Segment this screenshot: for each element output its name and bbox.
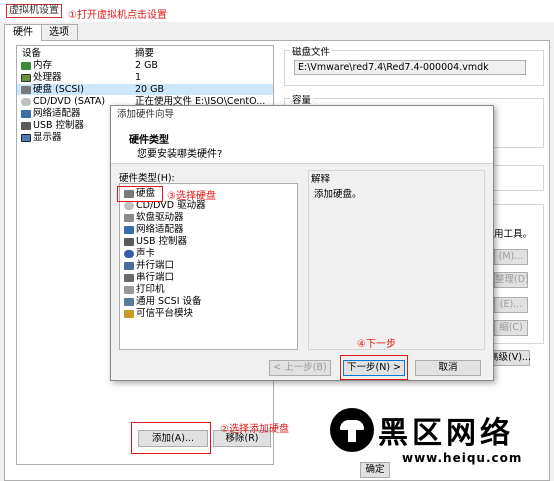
tpm-icon bbox=[124, 309, 134, 318]
next-button[interactable]: 下一步(N) > bbox=[343, 360, 405, 376]
serial-port-icon bbox=[124, 273, 134, 282]
display-icon bbox=[21, 133, 31, 142]
device-name: 硬盘 (SCSI) bbox=[33, 84, 84, 95]
scsi-icon bbox=[124, 297, 134, 306]
expand-button[interactable]: (E)... bbox=[494, 297, 528, 313]
hardware-type-label: 硬件类型(H): bbox=[119, 173, 175, 184]
back-button[interactable]: < 上一步(B) bbox=[269, 360, 331, 376]
compact-button[interactable]: 缩(C) bbox=[494, 320, 528, 336]
advanced-button[interactable]: 高级(V)... bbox=[488, 350, 531, 366]
window-title: 虚拟机设置 bbox=[6, 4, 62, 18]
hardware-item-label: USB 控制器 bbox=[136, 236, 188, 247]
device-summary: 2 GB bbox=[135, 60, 158, 71]
hardware-item-tpm[interactable]: 可信平台模块 bbox=[120, 308, 193, 319]
column-header-device: 设备 bbox=[22, 48, 42, 59]
cd-dvd-icon bbox=[21, 97, 31, 106]
hardware-item-label: 声卡 bbox=[136, 248, 156, 259]
add-hardware-wizard: 添加硬件向导 硬件类型 您要安装哪类硬件? 硬件类型(H): 硬盘 CD/DVD… bbox=[110, 105, 494, 381]
hardware-item-printer[interactable]: 打印机 bbox=[120, 284, 165, 295]
map-button[interactable]: (M)... bbox=[494, 249, 528, 265]
ok-button[interactable]: 确定 bbox=[360, 462, 390, 478]
add-button[interactable]: 添加(A)... bbox=[138, 430, 208, 447]
device-summary: 20 GB bbox=[135, 84, 164, 95]
hardware-item-label: 打印机 bbox=[136, 284, 165, 295]
column-header-summary: 摘要 bbox=[135, 48, 155, 59]
hardware-item-label: 通用 SCSI 设备 bbox=[136, 296, 202, 307]
hard-disk-highlight bbox=[117, 186, 163, 202]
hard-disk-icon bbox=[21, 85, 31, 94]
watermark-url: www.heiqu.com bbox=[402, 451, 523, 465]
floppy-icon bbox=[124, 213, 134, 222]
hardware-item-sound[interactable]: 声卡 bbox=[120, 248, 155, 259]
device-name: 处理器 bbox=[33, 72, 62, 83]
disk-file-field[interactable]: E:\Vmware\red7.4\Red7.4-000004.vmdk bbox=[294, 60, 526, 75]
cpu-icon bbox=[21, 73, 31, 82]
hardware-item-usb[interactable]: USB 控制器 bbox=[120, 236, 187, 247]
hardware-item-serial[interactable]: 串行端口 bbox=[120, 272, 174, 283]
device-name: USB 控制器 bbox=[33, 120, 85, 131]
hardware-item-floppy[interactable]: 软盘驱动器 bbox=[120, 212, 184, 223]
hardware-item-label: 并行端口 bbox=[136, 260, 175, 271]
annotation-step4: ④下一步 bbox=[357, 339, 396, 350]
printer-icon bbox=[124, 285, 134, 294]
explanation-text: 添加硬盘。 bbox=[314, 189, 362, 200]
disk-file-label: 磁盘文件 bbox=[290, 44, 333, 58]
wizard-heading: 硬件类型 bbox=[129, 135, 169, 146]
tab-hardware[interactable]: 硬件 bbox=[4, 24, 42, 41]
hardware-item-scsi[interactable]: 通用 SCSI 设备 bbox=[120, 296, 202, 307]
cancel-button[interactable]: 取消 bbox=[415, 360, 481, 376]
tab-options[interactable]: 选项 bbox=[40, 24, 78, 40]
hardware-item-label: 可信平台模块 bbox=[136, 308, 194, 319]
device-name: 内存 bbox=[33, 60, 53, 71]
network-adapter-icon bbox=[124, 225, 134, 234]
annotation-step3: ③选择硬盘 bbox=[167, 191, 216, 202]
hardware-item-label: 串行端口 bbox=[136, 272, 175, 283]
hardware-item-network[interactable]: 网络适配器 bbox=[120, 224, 184, 235]
utilities-text: 用工具。 bbox=[494, 229, 533, 240]
wizard-title: 添加硬件向导 bbox=[111, 106, 493, 124]
sound-card-icon bbox=[124, 249, 134, 258]
annotation-step1: ①打开虚拟机点击设置 bbox=[68, 10, 167, 21]
network-adapter-icon bbox=[21, 109, 31, 118]
device-name: 显示器 bbox=[33, 132, 62, 143]
hardware-item-parallel[interactable]: 并行端口 bbox=[120, 260, 174, 271]
defragment-button[interactable]: 整理(D) bbox=[494, 272, 529, 288]
wizard-header: 硬件类型 您要安装哪类硬件? bbox=[111, 124, 493, 164]
hardware-item-label: 网络适配器 bbox=[136, 224, 184, 235]
usb-icon bbox=[124, 237, 134, 246]
usb-icon bbox=[21, 121, 31, 130]
wizard-subheading: 您要安装哪类硬件? bbox=[137, 149, 223, 160]
explanation-label: 解释 bbox=[311, 174, 331, 185]
capacity-label: 容量 bbox=[290, 92, 314, 106]
hardware-item-label: 软盘驱动器 bbox=[136, 212, 184, 223]
device-list-header: 设备 摘要 bbox=[17, 48, 273, 59]
parallel-port-icon bbox=[124, 261, 134, 270]
device-name: CD/DVD (SATA) bbox=[33, 96, 106, 107]
watermark-brand: 黑区网络 bbox=[378, 416, 514, 451]
device-row-hard-disk[interactable]: 硬盘 (SCSI) 20 GB bbox=[17, 84, 273, 95]
watermark-logo-icon bbox=[330, 408, 374, 452]
hardware-type-list: 硬盘 CD/DVD 驱动器 软盘驱动器 网络适配器 USB 控制器 声卡 并行端… bbox=[119, 183, 298, 350]
device-summary: 1 bbox=[135, 72, 142, 83]
device-row-processor[interactable]: 处理器 1 bbox=[17, 72, 273, 83]
cd-dvd-icon bbox=[124, 201, 134, 210]
device-name: 网络适配器 bbox=[33, 108, 81, 119]
device-row-memory[interactable]: 内存 2 GB bbox=[17, 60, 273, 71]
annotation-step2: ②选择添加硬盘 bbox=[220, 424, 289, 435]
memory-icon bbox=[21, 61, 31, 70]
